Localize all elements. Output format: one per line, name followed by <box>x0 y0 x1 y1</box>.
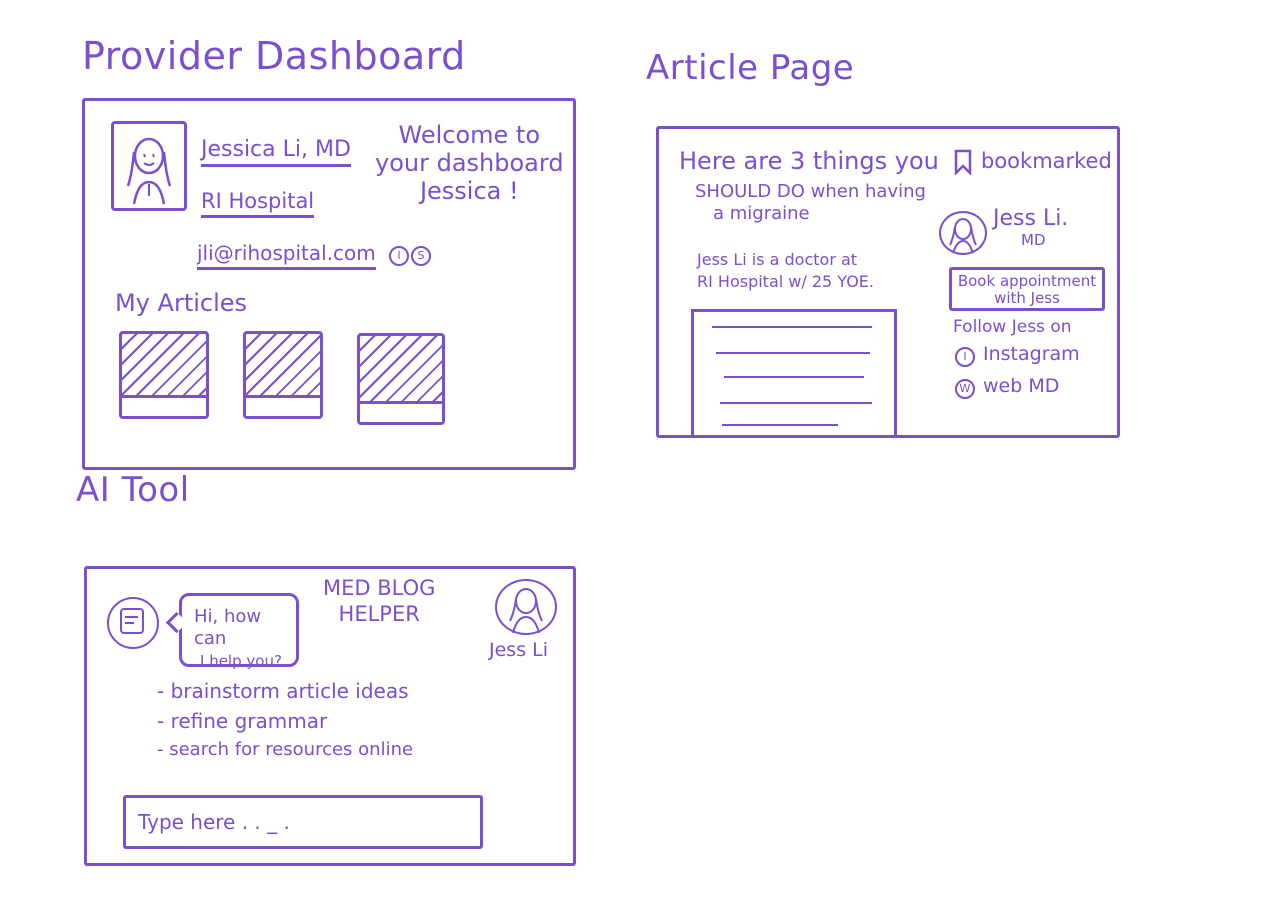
instagram-icon[interactable]: I <box>955 347 975 367</box>
my-articles-heading: My Articles <box>115 289 248 317</box>
ai-tool-frame: Hi, how can I help you? MED BLOG HELPER … <box>84 566 576 866</box>
bio-line-2: RI Hospital w/ 25 YOE. <box>697 272 874 291</box>
welcome-line-1: Welcome to <box>398 121 541 149</box>
author-bio: Jess Li is a doctor at RI Hospital w/ 25… <box>697 249 874 293</box>
user-avatar[interactable] <box>495 579 557 635</box>
chat-bubble: Hi, how can I help you? <box>179 593 299 670</box>
provider-dashboard-frame: Jessica Li, MD RI Hospital Welcome to yo… <box>82 98 576 470</box>
article-thumbnail[interactable] <box>119 331 209 419</box>
webmd-icon[interactable]: W <box>955 379 975 399</box>
bubble-line-2: I help you? <box>200 652 282 670</box>
tool-title-line-2: HELPER <box>338 602 420 626</box>
welcome-line-3: Jessica ! <box>419 177 519 205</box>
article-page-frame: Here are 3 things you SHOULD DO when hav… <box>656 126 1120 438</box>
text-line <box>720 402 872 404</box>
bot-avatar <box>107 597 159 649</box>
text-line <box>722 424 838 426</box>
book-button-line-1: Book appointment <box>957 272 1097 290</box>
tool-title: MED BLOG HELPER <box>323 575 435 627</box>
author-title: MD <box>1021 231 1046 249</box>
provider-name: Jessica Li, MD <box>201 137 351 167</box>
profile-avatar[interactable] <box>111 121 187 211</box>
option-search-resources[interactable]: - search for resources online <box>157 739 413 760</box>
chat-input-placeholder: Type here . . _ . <box>138 810 290 834</box>
subheadline-line-1: SHOULD DO when having <box>695 181 926 202</box>
author-avatar[interactable] <box>939 211 987 255</box>
bubble-line-1: Hi, how can <box>194 606 262 649</box>
bookmark-icon[interactable] <box>953 149 973 175</box>
doctor-portrait-icon <box>126 137 172 205</box>
chat-input[interactable]: Type here . . _ . <box>123 795 483 849</box>
webmd-link[interactable]: web MD <box>983 375 1059 397</box>
tool-title-line-1: MED BLOG <box>323 576 436 600</box>
social-icon[interactable]: S <box>411 246 431 266</box>
provider-hospital: RI Hospital <box>201 189 315 218</box>
follow-label: Follow Jess on <box>953 317 1072 337</box>
article-headline: Here are 3 things you <box>679 147 939 175</box>
text-line <box>716 352 870 354</box>
option-refine-grammar[interactable]: - refine grammar <box>157 709 327 733</box>
article-page-title: Article Page <box>646 48 855 88</box>
welcome-line-2: your dashboard <box>375 149 564 177</box>
author-name: Jess Li. <box>993 206 1069 231</box>
welcome-message: Welcome to your dashboard Jessica ! <box>375 121 564 205</box>
doctor-portrait-icon <box>509 588 543 634</box>
instagram-icon[interactable]: I <box>389 246 409 266</box>
note-icon <box>120 608 144 634</box>
instagram-link[interactable]: Instagram <box>983 343 1080 365</box>
article-thumbnail[interactable] <box>357 333 445 425</box>
article-body <box>691 309 897 435</box>
bookmark-label[interactable]: bookmarked <box>981 149 1112 173</box>
ai-tool-title: AI Tool <box>76 470 190 510</box>
subheadline-line-2: a migraine <box>713 203 810 224</box>
book-button-line-2: with Jess <box>994 289 1060 307</box>
book-appointment-button[interactable]: Book appointment with Jess <box>949 267 1105 311</box>
bio-line-1: Jess Li is a doctor at <box>697 250 858 269</box>
text-line <box>712 326 872 328</box>
user-name: Jess Li <box>489 639 548 661</box>
doctor-portrait-icon <box>949 218 977 254</box>
article-thumbnail[interactable] <box>243 331 323 419</box>
provider-dashboard-title: Provider Dashboard <box>82 34 466 78</box>
provider-email[interactable]: jli@rihospital.com <box>197 241 376 270</box>
text-line <box>724 376 864 378</box>
article-subheadline: SHOULD DO when having a migraine <box>695 181 926 225</box>
option-brainstorm[interactable]: - brainstorm article ideas <box>157 679 409 703</box>
